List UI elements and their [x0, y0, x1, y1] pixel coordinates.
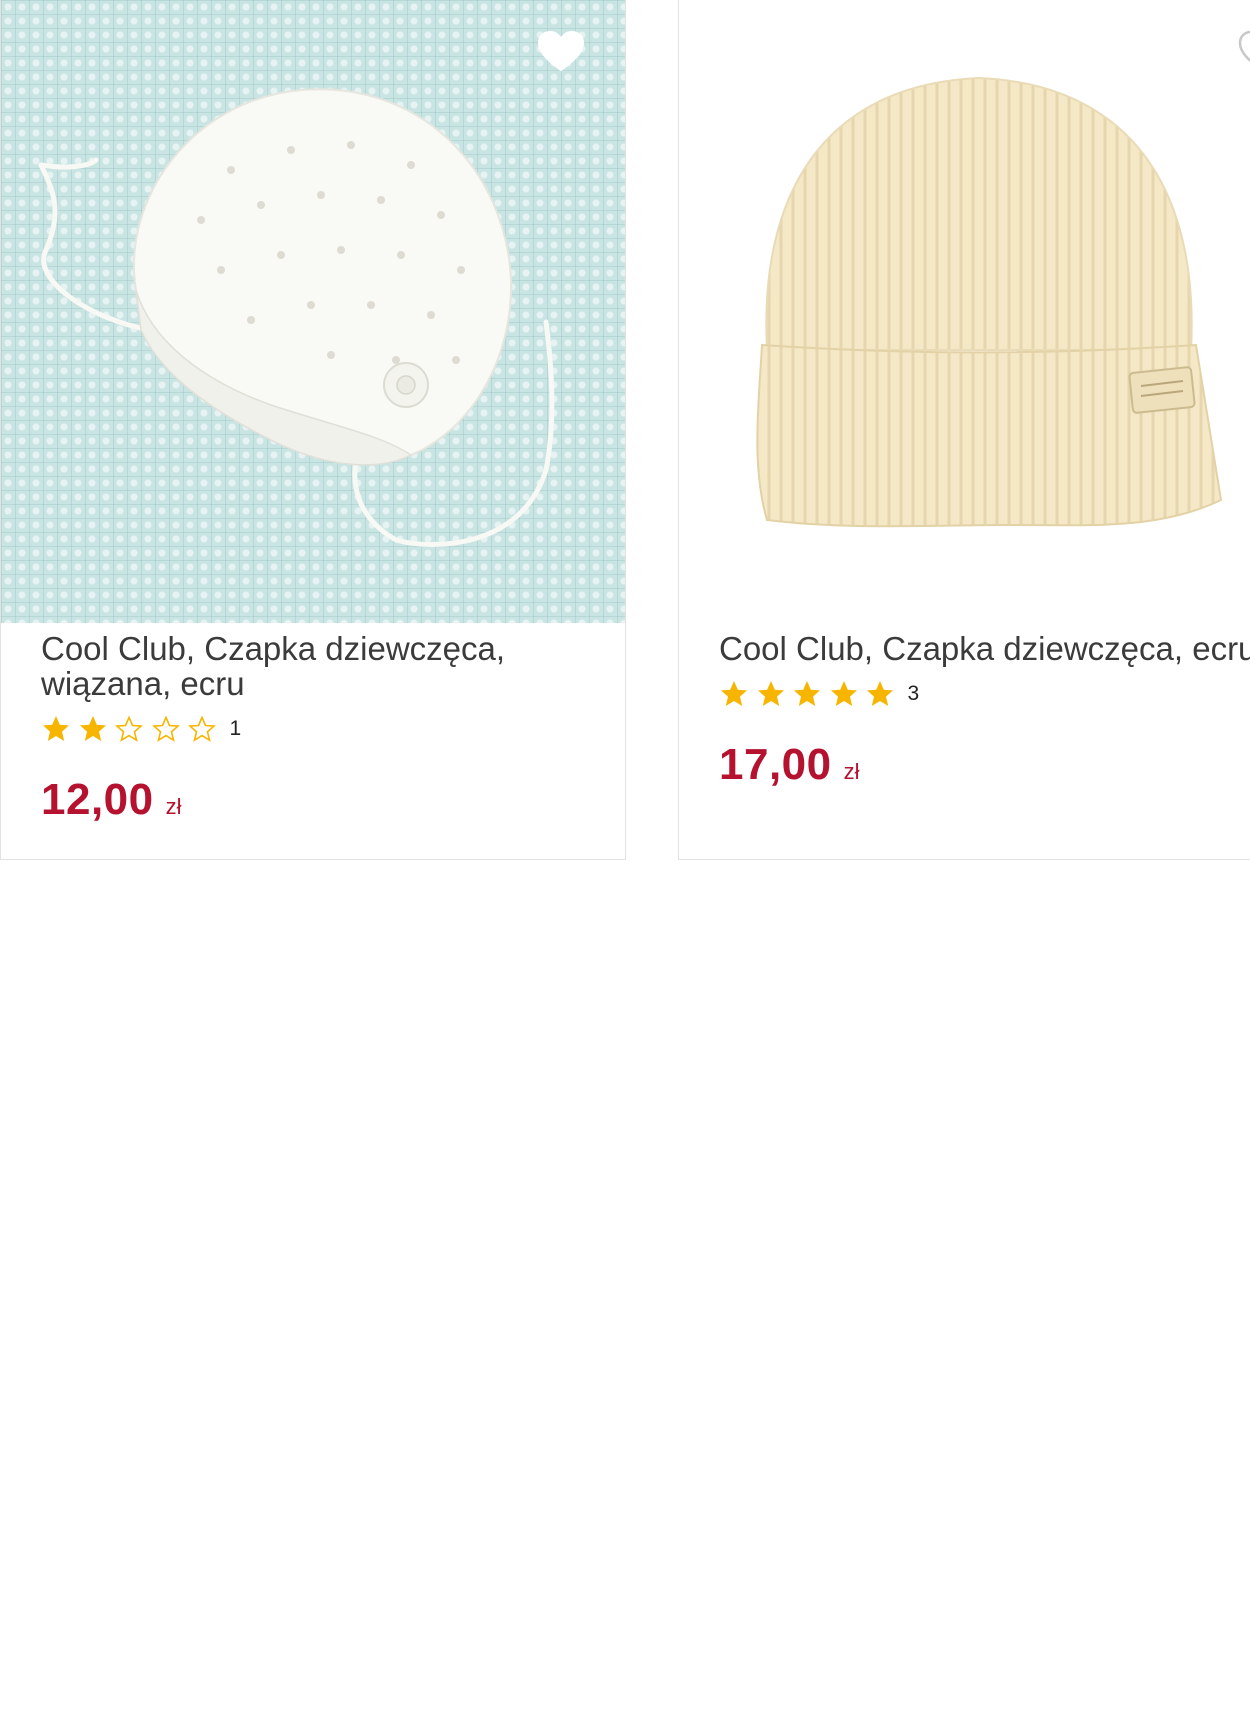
price: 17,00 zł	[719, 740, 1250, 790]
product-grid: Cool Club, Czapka dziewczęca, wiązana, e…	[0, 0, 1250, 1721]
product-title[interactable]: Cool Club, Czapka dziewczęca, ecru	[719, 631, 1250, 666]
favorite-button[interactable]	[537, 30, 585, 74]
star-filled-icon	[79, 716, 106, 741]
heart-icon	[537, 30, 585, 72]
star-empty-icon	[188, 715, 216, 742]
star-filled-icon	[830, 681, 857, 706]
favorite-button[interactable]	[1238, 30, 1250, 74]
price-currency: zł	[843, 759, 860, 784]
price: 12,00 zł	[41, 775, 625, 825]
star-filled-icon	[721, 681, 747, 706]
star-empty-icon	[151, 715, 180, 742]
product-card[interactable]: Cool Club, Czapka dziewczęca, ecru 3 17,…	[678, 0, 1250, 860]
heart-icon	[1238, 30, 1250, 63]
star-filled-icon	[794, 681, 820, 706]
ribbed-beanie-illustration	[756, 76, 1223, 528]
product-card[interactable]: Cool Club, Czapka dziewczęca, wiązana, e…	[0, 0, 626, 860]
rating-count: 1	[229, 717, 242, 740]
price-value: 17,00	[719, 740, 832, 789]
star-filled-icon	[867, 681, 893, 706]
rating-count: 3	[907, 682, 920, 705]
star-empty-icon	[115, 715, 143, 742]
price-currency: zł	[165, 794, 182, 819]
rating: 3	[719, 678, 1250, 710]
star-filled-icon	[43, 716, 69, 741]
product-title[interactable]: Cool Club, Czapka dziewczęca, wiązana, e…	[41, 631, 581, 701]
star-filled-icon	[757, 681, 784, 706]
product-info: Cool Club, Czapka dziewczęca, wiązana, e…	[1, 623, 625, 825]
product-info: Cool Club, Czapka dziewczęca, ecru 3 17,…	[679, 623, 1250, 790]
rating: 1	[41, 713, 625, 745]
product-image[interactable]	[679, 0, 1250, 623]
knitted-bonnet-illustration	[38, 88, 555, 548]
price-value: 12,00	[41, 775, 154, 824]
product-image[interactable]	[1, 0, 625, 623]
